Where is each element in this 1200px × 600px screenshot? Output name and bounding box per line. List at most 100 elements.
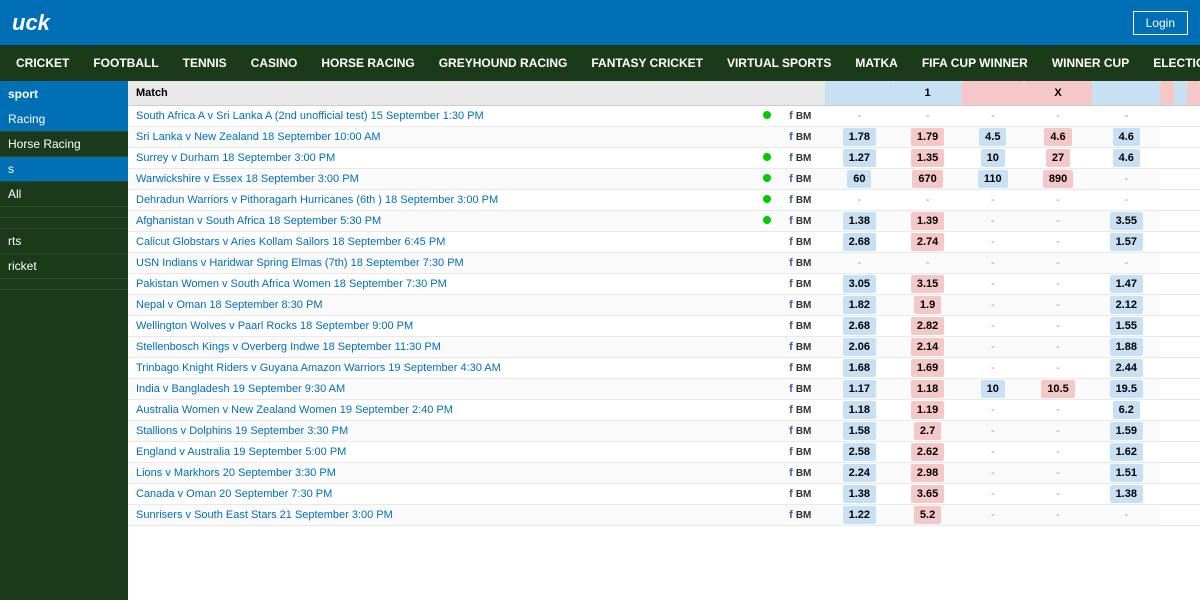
match-name[interactable]: Stellenbosch Kings v Overberg Indwe 18 S… bbox=[128, 337, 749, 358]
odds-value[interactable]: 1.35 bbox=[911, 149, 944, 167]
odds-value[interactable]: 2.7 bbox=[914, 422, 941, 440]
odds-cell[interactable]: 10.5 bbox=[1024, 379, 1092, 400]
odds-cell[interactable]: 1.38 bbox=[825, 211, 893, 232]
odds-cell[interactable]: 4.6 bbox=[1024, 127, 1092, 148]
odds-cell[interactable]: 1.88 bbox=[1092, 337, 1160, 358]
odds-cell[interactable]: 2.24 bbox=[825, 463, 893, 484]
match-name[interactable]: Afghanistan v South Africa 18 September … bbox=[128, 211, 749, 232]
odds-value[interactable]: 3.15 bbox=[911, 275, 944, 293]
match-name[interactable]: South Africa A v Sri Lanka A (2nd unoffi… bbox=[128, 106, 749, 127]
odds-value[interactable]: 3.05 bbox=[843, 275, 876, 293]
odds-cell[interactable]: 3.65 bbox=[893, 484, 961, 505]
odds-cell[interactable]: 1.17 bbox=[825, 379, 893, 400]
odds-cell[interactable]: 1.38 bbox=[1092, 484, 1160, 505]
odds-cell[interactable]: 1.62 bbox=[1092, 442, 1160, 463]
match-name[interactable]: Pakistan Women v South Africa Women 18 S… bbox=[128, 274, 749, 295]
odds-cell[interactable]: 10 bbox=[962, 148, 1024, 169]
odds-cell[interactable]: 1.47 bbox=[1092, 274, 1160, 295]
match-name[interactable]: Canada v Oman 20 September 7:30 PM bbox=[128, 484, 749, 505]
odds-value[interactable]: 6.2 bbox=[1113, 401, 1140, 419]
odds-cell[interactable]: 890 bbox=[1024, 169, 1092, 190]
odds-value[interactable]: 1.9 bbox=[914, 296, 941, 314]
odds-value[interactable]: 10.5 bbox=[1041, 380, 1074, 398]
match-name[interactable]: Wellington Wolves v Paarl Rocks 18 Septe… bbox=[128, 316, 749, 337]
odds-value[interactable]: 1.57 bbox=[1110, 233, 1143, 251]
odds-cell[interactable]: 2.06 bbox=[825, 337, 893, 358]
odds-cell[interactable]: 1.38 bbox=[825, 484, 893, 505]
odds-value[interactable]: 1.38 bbox=[1110, 485, 1143, 503]
odds-cell[interactable]: 1.27 bbox=[825, 148, 893, 169]
odds-cell[interactable]: 3.55 bbox=[1092, 211, 1160, 232]
odds-cell[interactable]: 110 bbox=[962, 169, 1024, 190]
odds-cell[interactable]: 60 bbox=[825, 169, 893, 190]
odds-value[interactable]: 2.74 bbox=[911, 233, 944, 251]
nav-item-election[interactable]: ELECTION bbox=[1141, 45, 1200, 81]
odds-value[interactable]: 1.55 bbox=[1110, 317, 1143, 335]
odds-value[interactable]: 2.12 bbox=[1110, 296, 1143, 314]
sidebar-item[interactable] bbox=[0, 279, 128, 290]
odds-value[interactable]: 2.98 bbox=[911, 464, 944, 482]
match-name[interactable]: Sri Lanka v New Zealand 18 September 10:… bbox=[128, 127, 749, 148]
sidebar-item[interactable]: ricket bbox=[0, 254, 128, 279]
odds-cell[interactable]: 3.05 bbox=[825, 274, 893, 295]
nav-item-casino[interactable]: CASINO bbox=[239, 45, 310, 81]
nav-item-matka[interactable]: MATKA bbox=[843, 45, 909, 81]
odds-cell[interactable]: 10 bbox=[962, 379, 1024, 400]
odds-cell[interactable]: 1.57 bbox=[1092, 232, 1160, 253]
odds-value[interactable]: 1.78 bbox=[843, 128, 876, 146]
odds-cell[interactable]: 1.39 bbox=[893, 211, 961, 232]
odds-value[interactable]: 1.18 bbox=[911, 380, 944, 398]
odds-cell[interactable]: 6.2 bbox=[1092, 400, 1160, 421]
odds-cell[interactable]: 1.9 bbox=[893, 295, 961, 316]
odds-cell[interactable]: 2.68 bbox=[825, 232, 893, 253]
odds-value[interactable]: 2.68 bbox=[843, 233, 876, 251]
match-name[interactable]: Surrey v Durham 18 September 3:00 PM bbox=[128, 148, 749, 169]
odds-value[interactable]: 2.68 bbox=[843, 317, 876, 335]
odds-value[interactable]: 2.62 bbox=[911, 443, 944, 461]
odds-value[interactable]: 1.88 bbox=[1110, 338, 1143, 356]
odds-value[interactable]: 1.68 bbox=[843, 359, 876, 377]
odds-value[interactable]: 1.27 bbox=[843, 149, 876, 167]
odds-cell[interactable]: 27 bbox=[1024, 148, 1092, 169]
match-name[interactable]: England v Australia 19 September 5:00 PM bbox=[128, 442, 749, 463]
nav-item-fifa-cup-winner[interactable]: FIFA CUP WINNER bbox=[910, 45, 1040, 81]
odds-cell[interactable]: 2.74 bbox=[893, 232, 961, 253]
match-name[interactable]: Nepal v Oman 18 September 8:30 PM bbox=[128, 295, 749, 316]
odds-cell[interactable]: 1.68 bbox=[825, 358, 893, 379]
odds-cell[interactable]: 1.55 bbox=[1092, 316, 1160, 337]
odds-value[interactable]: 10 bbox=[981, 149, 1005, 167]
odds-cell[interactable]: 1.82 bbox=[825, 295, 893, 316]
nav-item-virtual-sports[interactable]: VIRTUAL SPORTS bbox=[715, 45, 843, 81]
login-button[interactable]: Login bbox=[1133, 11, 1188, 35]
odds-cell[interactable]: 1.79 bbox=[893, 127, 961, 148]
odds-value[interactable]: 2.58 bbox=[843, 443, 876, 461]
odds-cell[interactable]: 1.18 bbox=[893, 379, 961, 400]
match-name[interactable]: Calicut Globstars v Aries Kollam Sailors… bbox=[128, 232, 749, 253]
odds-value[interactable]: 4.6 bbox=[1113, 128, 1140, 146]
odds-value[interactable]: 1.82 bbox=[843, 296, 876, 314]
odds-value[interactable]: 1.39 bbox=[911, 212, 944, 230]
odds-cell[interactable]: 5.2 bbox=[893, 505, 961, 526]
match-name[interactable]: Lions v Markhors 20 September 3:30 PM bbox=[128, 463, 749, 484]
odds-cell[interactable]: 2.12 bbox=[1092, 295, 1160, 316]
odds-value[interactable]: 1.62 bbox=[1110, 443, 1143, 461]
odds-value[interactable]: 1.58 bbox=[843, 422, 876, 440]
odds-cell[interactable]: 4.6 bbox=[1092, 127, 1160, 148]
odds-value[interactable]: 2.14 bbox=[911, 338, 944, 356]
odds-cell[interactable]: 1.69 bbox=[893, 358, 961, 379]
odds-value[interactable]: 3.65 bbox=[911, 485, 944, 503]
sidebar-item[interactable] bbox=[0, 218, 128, 229]
odds-cell[interactable]: 1.35 bbox=[893, 148, 961, 169]
nav-item-greyhound-racing[interactable]: GREYHOUND RACING bbox=[427, 45, 580, 81]
match-name[interactable]: Dehradun Warriors v Pithoragarh Hurrican… bbox=[128, 190, 749, 211]
sidebar-item[interactable]: s bbox=[0, 157, 128, 182]
odds-cell[interactable]: 2.58 bbox=[825, 442, 893, 463]
match-name[interactable]: Warwickshire v Essex 18 September 3:00 P… bbox=[128, 169, 749, 190]
odds-value[interactable]: 5.2 bbox=[914, 506, 941, 524]
odds-value[interactable]: 1.17 bbox=[843, 380, 876, 398]
odds-cell[interactable]: 1.59 bbox=[1092, 421, 1160, 442]
sidebar-item[interactable]: Horse Racing bbox=[0, 132, 128, 157]
odds-cell[interactable]: 2.44 bbox=[1092, 358, 1160, 379]
odds-cell[interactable]: 2.7 bbox=[893, 421, 961, 442]
odds-value[interactable]: 2.06 bbox=[843, 338, 876, 356]
